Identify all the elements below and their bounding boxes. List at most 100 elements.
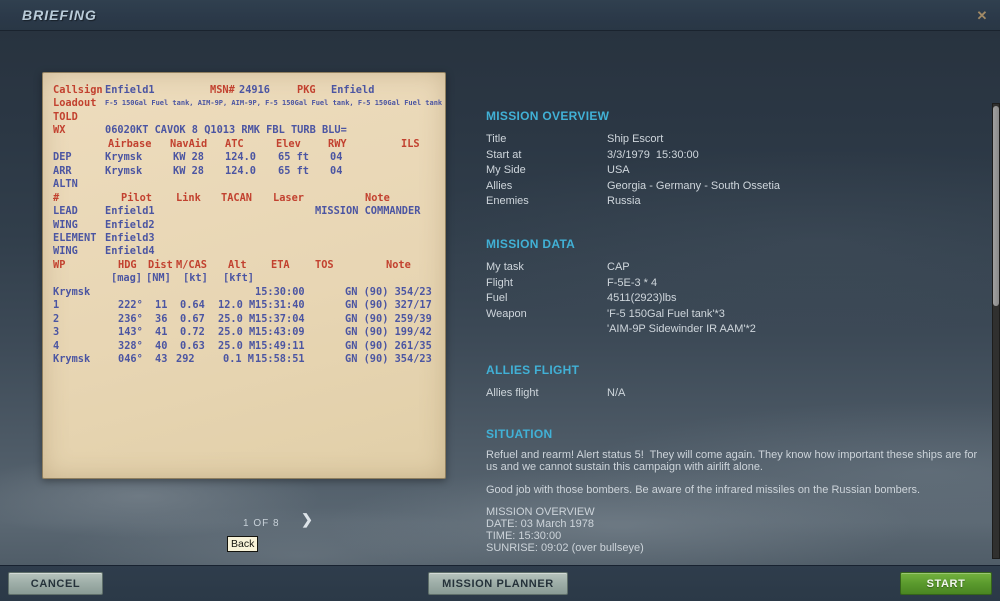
kneeboard-cell: LEAD — [53, 205, 78, 218]
kneeboard-cell: Alt — [228, 258, 247, 271]
kneeboard-cell: 143° — [118, 326, 143, 339]
situation-paragraph: Good job with those bombers. Be aware of… — [486, 483, 921, 496]
field-value: 'AIM-9P Sidewinder IR AAM'*2 — [607, 323, 756, 335]
field-row: Title Ship Escort — [486, 132, 978, 148]
field-value: Russia — [607, 195, 641, 207]
kneeboard-cell: Note — [365, 191, 390, 204]
field-label: Flight — [486, 276, 513, 289]
kneeboard-row: ELEMENT Enfield3 — [43, 232, 445, 245]
kneeboard-cell: Airbase — [108, 137, 152, 150]
kneeboard-cell: Krymsk — [105, 164, 143, 177]
field-row: My Side USA — [486, 163, 978, 179]
kneeboard-row: WING Enfield4 — [43, 245, 445, 258]
kneeboard-cell: 0.72 — [180, 326, 205, 339]
kneeboard-cell: 15:58:51 — [255, 353, 305, 365]
kneeboard-cell: ARR — [53, 164, 72, 177]
kneeboard-cell: 3 — [53, 326, 60, 339]
field-label: My Side — [486, 164, 526, 176]
chevron-right-icon: ❯ — [301, 511, 313, 527]
kneeboard-cell: Laser — [273, 191, 304, 204]
kneeboard-cell: 292 — [176, 353, 195, 365]
kneeboard-cell: 0.67 — [180, 312, 205, 325]
kneeboard-cell: Enfield1 — [105, 84, 155, 96]
kneeboard-cell: MSN# — [210, 84, 235, 96]
kneeboard-row: WP HDG Dist M/CAS Alt ETA TOS Note — [43, 259, 445, 272]
mission-planner-button[interactable]: MISSION PLANNER — [428, 572, 568, 595]
kneeboard-cell: Enfield4 — [105, 245, 155, 258]
kneeboard-cell: 124.0 — [225, 151, 256, 164]
field-label: My task — [486, 261, 524, 273]
kneeboard-cell: 36 — [155, 312, 168, 325]
scrollbar-thumb[interactable] — [993, 106, 999, 306]
kneeboard-cell: [NM] — [146, 272, 171, 285]
kneeboard-row: LEAD Enfield1 MISSION COMMANDER — [43, 205, 445, 218]
field-value: N/A — [607, 387, 626, 399]
field-row: Weapon 'F-5 150Gal Fuel tank'*3 — [486, 307, 978, 323]
scrollbar[interactable] — [992, 103, 1000, 559]
kneeboard-cell: [mag] — [111, 272, 142, 285]
kneeboard-cell: 124.0 — [225, 164, 256, 177]
start-button[interactable]: START — [900, 572, 992, 595]
kneeboard-row: Krymsk 15:30:00 GN (90) 354/23 — [43, 286, 445, 299]
kneeboard-row: # Pilot Link TACAN Laser Note — [43, 192, 445, 205]
kneeboard-cell: TOLD — [53, 110, 78, 123]
kneeboard-cell: 12.0 M — [218, 299, 256, 312]
field-row: Fuel 4511(2923)lbs — [486, 291, 978, 307]
kneeboard-cell: 41 — [155, 326, 168, 339]
kneeboard-row: Krymsk 046° 43 292 0.1 M 15:58:51 GN (90) 354/… — [43, 353, 445, 366]
kneeboard-cell: MISSION COMMANDER — [315, 205, 421, 218]
kneeboard-cell: KW 28 — [173, 164, 204, 177]
kneeboard-cell: 15:43:09 — [255, 326, 305, 339]
field-value: 'F-5 150Gal Fuel tank'*3 — [607, 307, 725, 320]
field-value: 3/3/1979 15:30:00 — [607, 148, 699, 161]
kneeboard-cell: HDG — [118, 258, 137, 271]
kneeboard-row: ALTN — [43, 178, 445, 191]
field-value: USA — [607, 164, 630, 176]
kneeboard-cell: 236° — [118, 312, 143, 325]
field-row: Allies Georgia - Germany - South Ossetia — [486, 179, 978, 195]
kneeboard-cell: Dist — [148, 258, 173, 271]
section-situation: SITUATION Refuel and rearm! Alert status … — [486, 428, 978, 566]
kneeboard-cell: Link — [176, 191, 201, 204]
next-page-button[interactable]: ❯ — [299, 511, 315, 529]
back-tooltip: Back — [227, 536, 259, 552]
kneeboard-cell: ELEMENT — [53, 231, 97, 244]
kneeboard-cell: TOS — [315, 258, 334, 271]
cancel-button[interactable]: CANCEL — [8, 572, 103, 595]
kneeboard-cell: 4 — [53, 339, 60, 352]
kneeboard-cell: ETA — [271, 258, 290, 271]
kneeboard-cell: GN (90) 354/23 — [345, 353, 432, 365]
kneeboard-row: WING Enfield2 — [43, 219, 445, 232]
field-row: Allies flight N/A — [486, 386, 978, 402]
section-heading: ALLIES FLIGHT — [486, 363, 580, 377]
kneeboard-row: 4 328° 40 0.63 25.0 M 15:49:11 GN (90) 261/35 — [43, 340, 445, 353]
kneeboard-cell: 15:49:11 — [255, 339, 305, 352]
situation-paragraph: MISSION OVERVIEW DATE: 03 March 1978 TIM… — [486, 506, 644, 554]
close-icon: ✕ — [976, 8, 988, 23]
page-title: BRIEFING — [22, 7, 97, 23]
kneeboard-cell: 25.0 M — [218, 312, 256, 325]
kneeboard-cell: [kt] — [183, 272, 208, 285]
kneeboard-cell: 15:31:40 — [255, 299, 305, 312]
kneeboard-cell: 25.0 M — [218, 326, 256, 339]
kneeboard-cell: Enfield3 — [105, 231, 155, 244]
kneeboard-row: ARR Krymsk KW 28 124.0 65 ft 04 — [43, 165, 445, 178]
situation-paragraph: Refuel and rearm! Alert status 5! They w… — [486, 449, 978, 473]
kneeboard-cell: 04 — [330, 151, 343, 164]
kneeboard-cell: GN (90) 199/42 — [345, 326, 432, 339]
kneeboard-cell: 2 — [53, 312, 60, 325]
kneeboard-cell: 11 — [155, 299, 168, 312]
kneeboard-row: 2 236° 36 0.67 25.0 M 15:37:04 GN (90) 259/39 — [43, 313, 445, 326]
kneeboard-row: Airbase NavAid ATC Elev RWY ILS — [43, 138, 445, 151]
kneeboard-cell: WX — [53, 124, 66, 137]
kneeboard-cell: 0.1 M — [223, 353, 254, 365]
kneeboard-cell: Callsign — [53, 84, 103, 96]
kneeboard-cell: 04 — [330, 164, 343, 177]
kneeboard-cell: WING — [53, 218, 78, 231]
kneeboard-cell: GN (90) 327/17 — [345, 299, 432, 312]
kneeboard-cell: 43 — [155, 353, 168, 365]
kneeboard-cell: [kft] — [223, 272, 254, 285]
kneeboard-cell: Pilot — [121, 191, 152, 204]
field-row: Enemies Russia — [486, 194, 978, 210]
kneeboard-row: Callsign Enfield1 MSN# 24916 PKG Enfield — [43, 84, 445, 97]
